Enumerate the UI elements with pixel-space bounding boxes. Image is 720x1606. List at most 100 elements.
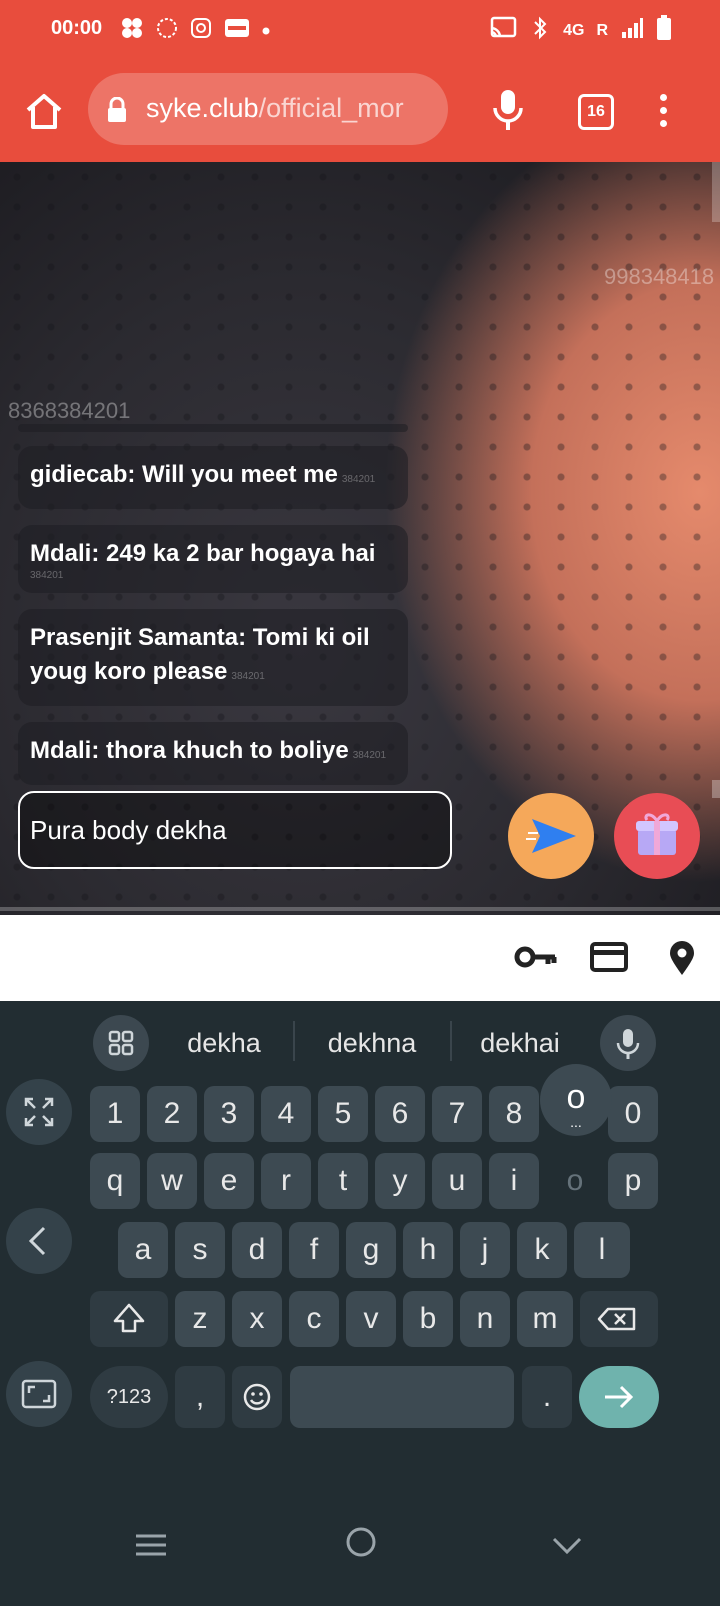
roaming-label: R <box>596 21 608 39</box>
key-j[interactable]: j <box>460 1222 510 1278</box>
key-g[interactable]: g <box>346 1222 396 1278</box>
chat-input[interactable]: Pura body dekha <box>18 791 452 869</box>
key-z[interactable]: z <box>175 1291 225 1347</box>
key-3[interactable]: 3 <box>204 1086 254 1142</box>
grid-icon <box>108 1030 134 1056</box>
live-stream-video[interactable]: 998348418 8368384201 gidiecab: Will you … <box>0 162 720 915</box>
key-preview-popup: o ... <box>540 1064 612 1136</box>
key-4[interactable]: 4 <box>261 1086 311 1142</box>
period-key[interactable]: . <box>522 1366 572 1428</box>
key-h[interactable]: h <box>403 1222 453 1278</box>
key-o[interactable]: o <box>550 1153 600 1209</box>
key-l[interactable]: l <box>574 1222 630 1278</box>
suggestion-divider <box>450 1021 452 1061</box>
key-r[interactable]: r <box>261 1153 311 1209</box>
lock-icon <box>106 96 128 128</box>
key-m[interactable]: m <box>517 1291 573 1347</box>
key-0[interactable]: 0 <box>608 1086 658 1142</box>
key-f[interactable]: f <box>289 1222 339 1278</box>
shift-key[interactable] <box>90 1291 168 1347</box>
key-a[interactable]: a <box>118 1222 168 1278</box>
emoji-key[interactable] <box>232 1366 282 1428</box>
cast-icon <box>489 16 517 45</box>
voice-search-button[interactable] <box>490 88 526 137</box>
key-v[interactable]: v <box>346 1291 396 1347</box>
notification-icons <box>120 16 270 45</box>
keyboard-back-button[interactable] <box>6 1208 72 1274</box>
address-bar[interactable]: syke.club/official_mor <box>88 73 448 145</box>
url-text[interactable]: syke.club/official_mor <box>146 93 404 124</box>
network-type-label: 4G <box>563 21 585 39</box>
url-path: /official_mor <box>258 93 404 123</box>
overflow-menu-button[interactable] <box>660 94 670 133</box>
keyboard-voice-button[interactable] <box>600 1015 656 1071</box>
key-n[interactable]: n <box>460 1291 510 1347</box>
status-bar: 00:00 4G R <box>0 0 720 58</box>
password-key-icon[interactable] <box>514 941 558 978</box>
mic-icon <box>493 90 523 130</box>
key-8[interactable]: 8 <box>489 1086 539 1142</box>
key-5[interactable]: 5 <box>318 1086 368 1142</box>
chat-message-tag: 384201 <box>352 750 387 761</box>
key-s[interactable]: s <box>175 1222 225 1278</box>
comma-key[interactable]: , <box>175 1366 225 1428</box>
chat-message: gidiecab: Will you meet me 384201 <box>18 446 408 509</box>
key-u[interactable]: u <box>432 1153 482 1209</box>
home-button[interactable] <box>20 88 68 136</box>
hide-keyboard-button[interactable] <box>550 1531 584 1564</box>
suggestion[interactable]: dekha <box>160 1015 288 1071</box>
paytm-icon <box>224 17 250 44</box>
send-icon <box>526 819 576 853</box>
key-e[interactable]: e <box>204 1153 254 1209</box>
symbols-key[interactable]: ?123 <box>90 1366 168 1428</box>
key-x[interactable]: x <box>232 1291 282 1347</box>
key-k[interactable]: k <box>517 1222 567 1278</box>
key-d[interactable]: d <box>232 1222 282 1278</box>
backspace-key[interactable] <box>580 1291 658 1347</box>
expand-keyboard-button[interactable] <box>6 1079 72 1145</box>
key-y[interactable]: y <box>375 1153 425 1209</box>
autofill-bar <box>0 915 720 1001</box>
enter-key[interactable] <box>579 1366 659 1428</box>
key-2[interactable]: 2 <box>147 1086 197 1142</box>
app-notification-icon <box>120 16 144 45</box>
key-b[interactable]: b <box>403 1291 453 1347</box>
system-icons: 4G R <box>489 15 672 46</box>
chat-list[interactable]: gidiecab: Will you meet me 384201 Mdali: … <box>18 424 408 801</box>
mic-icon <box>616 1029 640 1059</box>
key-p[interactable]: p <box>608 1153 658 1209</box>
home-nav-button[interactable] <box>344 1525 378 1564</box>
backspace-icon <box>597 1307 636 1331</box>
payment-card-icon[interactable] <box>590 941 628 978</box>
key-1[interactable]: 1 <box>90 1086 140 1142</box>
emoji-icon <box>243 1383 271 1411</box>
arrow-right-icon <box>605 1385 634 1409</box>
keyboard-apps-button[interactable] <box>93 1015 149 1071</box>
home-circle-icon <box>346 1527 376 1557</box>
pattern-notification-icon <box>156 17 178 44</box>
bluetooth-vibrate-icon <box>529 16 551 45</box>
scrollbar[interactable] <box>712 162 720 222</box>
key-q[interactable]: q <box>90 1153 140 1209</box>
suggestion[interactable]: dekhai <box>458 1015 582 1071</box>
location-pin-icon[interactable] <box>668 941 696 982</box>
key-w[interactable]: w <box>147 1153 197 1209</box>
recent-apps-button[interactable] <box>134 1531 168 1564</box>
more-notifications-dot-icon <box>262 22 270 40</box>
send-button[interactable] <box>508 793 594 879</box>
floating-keyboard-button[interactable] <box>6 1361 72 1427</box>
key-t[interactable]: t <box>318 1153 368 1209</box>
suggestion[interactable]: dekhna <box>302 1015 442 1071</box>
key-7[interactable]: 7 <box>432 1086 482 1142</box>
scrollbar-marker <box>712 780 720 798</box>
chat-message-text: Mdali: 249 ka 2 bar hogaya hai <box>30 540 376 567</box>
url-domain: syke.club <box>146 93 259 123</box>
gift-button[interactable] <box>614 793 700 879</box>
gift-icon <box>636 813 678 855</box>
key-i[interactable]: i <box>489 1153 539 1209</box>
tab-switcher-button[interactable]: 16 <box>578 94 614 130</box>
key-c[interactable]: c <box>289 1291 339 1347</box>
space-key[interactable] <box>290 1366 514 1428</box>
key-6[interactable]: 6 <box>375 1086 425 1142</box>
chat-message: Mdali: thora khuch to boliye 384201 <box>18 722 408 785</box>
